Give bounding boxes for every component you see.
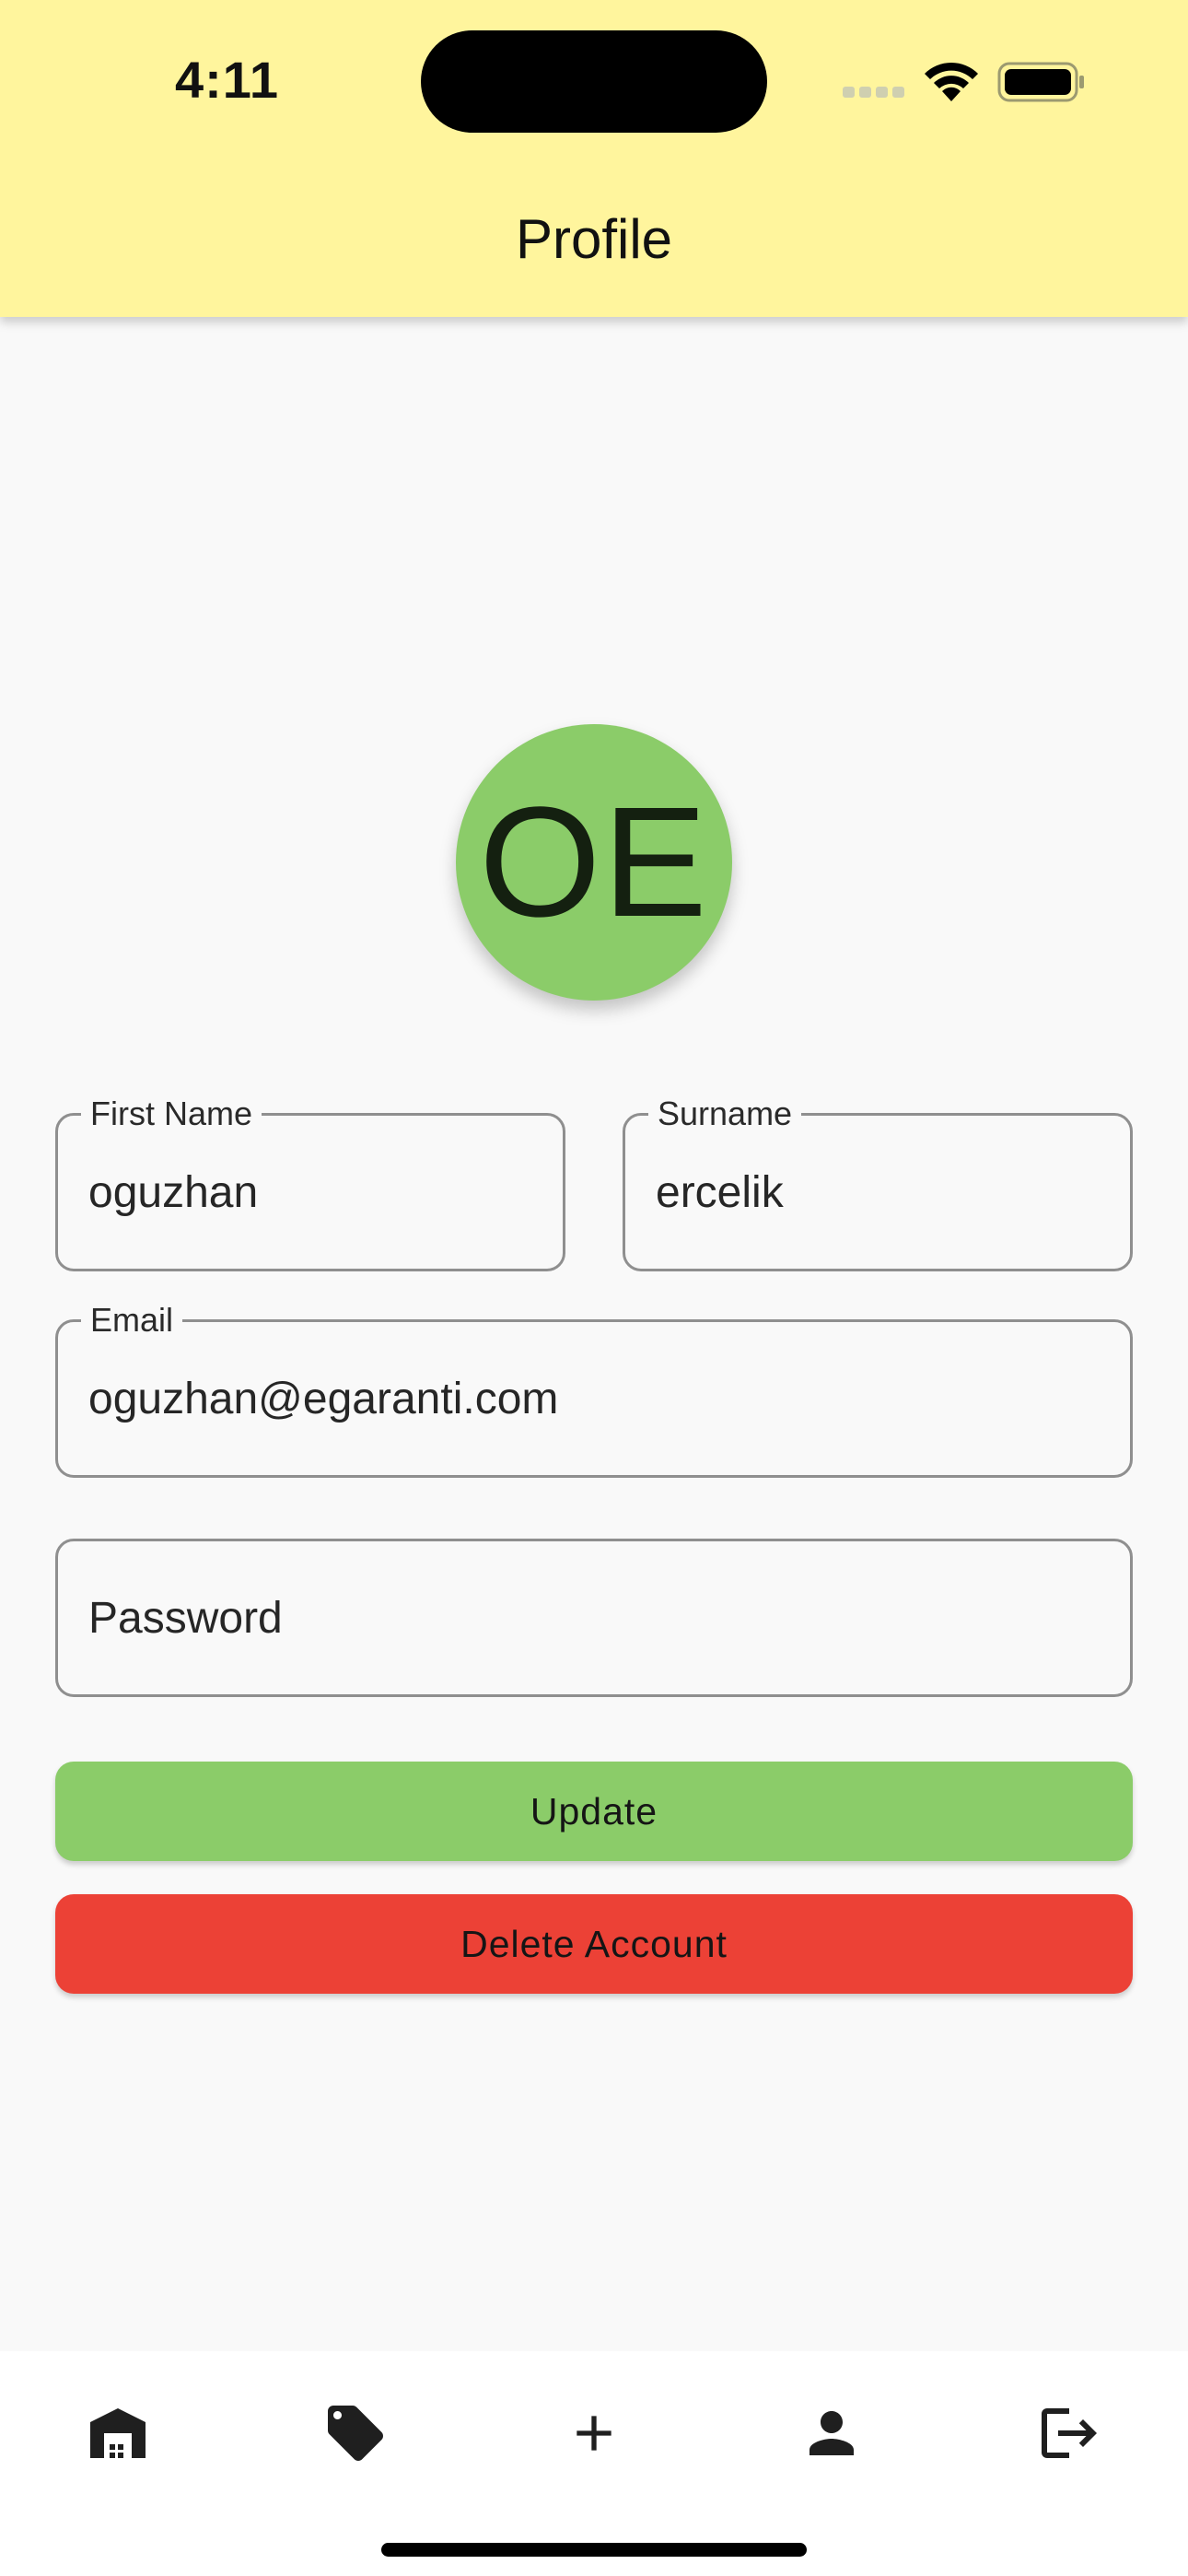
status-time: 4:11 [175,51,279,109]
email-field[interactable]: Email oguzhan@egaranti.com [55,1300,1133,1478]
first-name-value[interactable]: oguzhan [88,1166,258,1220]
nav-tags[interactable] [314,2392,397,2475]
app-bar: 4:11 Profile [0,0,1188,317]
first-name-label: First Name [81,1094,262,1134]
surname-value[interactable]: ercelik [656,1166,784,1220]
wifi-icon [925,62,978,101]
nav-logout[interactable] [1028,2392,1111,2475]
nav-warehouse[interactable] [76,2392,159,2475]
warehouse-icon [90,2408,146,2458]
first-name-field[interactable]: First Name oguzhan [55,1094,565,1271]
update-button[interactable]: Update [55,1762,1133,1861]
email-label: Email [81,1300,183,1341]
person-icon [809,2411,854,2455]
logout-icon [1042,2408,1097,2458]
dynamic-island [421,30,767,133]
add-icon [577,2416,611,2451]
avatar: OE [456,724,732,1001]
password-field[interactable]: Password [55,1539,1133,1697]
cellular-signal-icon [843,87,904,98]
nav-add[interactable] [553,2392,635,2475]
surname-label: Surname [648,1094,802,1134]
delete-account-button[interactable]: Delete Account [55,1894,1133,1994]
nav-profile[interactable] [790,2392,873,2475]
page-title: Profile [515,208,673,270]
email-value[interactable]: oguzhan@egaranti.com [88,1373,558,1426]
surname-field[interactable]: Surname ercelik [623,1094,1133,1271]
tag-icon [328,2406,383,2461]
password-placeholder: Password [88,1594,283,1643]
home-indicator [381,2543,807,2557]
battery-icon [997,62,1084,102]
bottom-navigation [0,2351,1188,2576]
